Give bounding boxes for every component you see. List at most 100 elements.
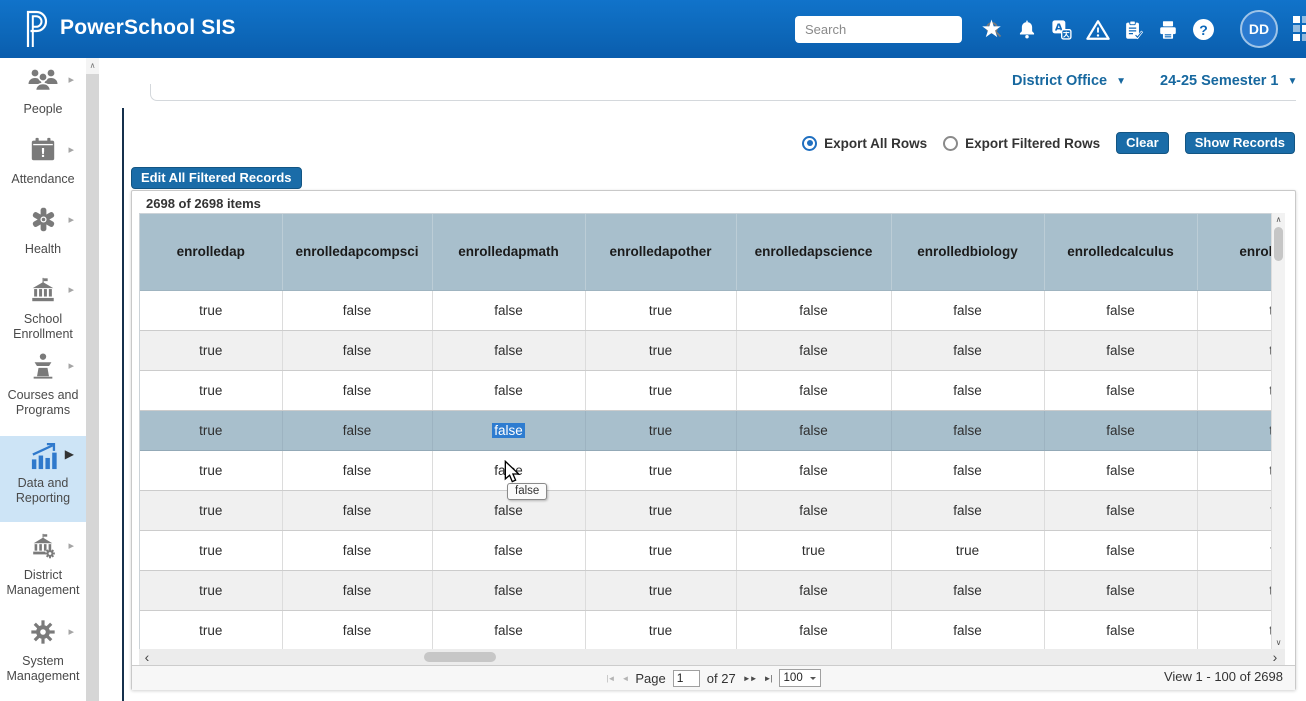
- table-cell[interactable]: false: [891, 370, 1044, 410]
- table-cell[interactable]: true: [585, 330, 736, 370]
- table-cell[interactable]: tru: [1197, 330, 1271, 370]
- sidebar-item-system-management[interactable]: ▸ System Management: [0, 614, 86, 684]
- column-header[interactable]: enrolledapother: [585, 214, 736, 290]
- sidebar-item-data-and-reporting[interactable]: ▶ Data and Reporting: [0, 436, 86, 522]
- table-cell[interactable]: false: [891, 330, 1044, 370]
- table-cell[interactable]: false: [1044, 450, 1197, 490]
- column-header[interactable]: enrolledche: [1197, 214, 1271, 290]
- table-cell[interactable]: false: [891, 610, 1044, 649]
- table-cell[interactable]: false: [432, 290, 585, 330]
- table-cell[interactable]: tru: [1197, 290, 1271, 330]
- clear-button[interactable]: Clear: [1116, 132, 1169, 154]
- table-cell[interactable]: false: [1044, 290, 1197, 330]
- sidebar-scrollbar[interactable]: ∧: [86, 58, 99, 701]
- print-icon[interactable]: [1154, 16, 1181, 43]
- table-cell[interactable]: false: [736, 410, 891, 450]
- table-cell[interactable]: false: [736, 330, 891, 370]
- table-cell[interactable]: tru: [1197, 610, 1271, 649]
- favorites-star-icon[interactable]: ★: [978, 16, 1005, 43]
- table-cell[interactable]: false: [891, 570, 1044, 610]
- scroll-left-icon[interactable]: ‹: [139, 650, 155, 664]
- table-cell[interactable]: false: [1044, 530, 1197, 570]
- sidebar-item-health[interactable]: ▸ Health: [0, 202, 86, 257]
- table-cell[interactable]: tru: [1197, 370, 1271, 410]
- scroll-right-icon[interactable]: ›: [1267, 650, 1283, 664]
- table-cell[interactable]: false: [736, 290, 891, 330]
- table-cell[interactable]: false: [891, 490, 1044, 530]
- scroll-up-icon[interactable]: ∧: [1272, 215, 1285, 224]
- table-cell[interactable]: false: [1044, 410, 1197, 450]
- alerts-warning-icon[interactable]: [1084, 16, 1111, 43]
- translate-language-icon[interactable]: A: [1048, 16, 1075, 43]
- sidebar-item-school-enrollment[interactable]: ▸ School Enrollment: [0, 272, 86, 342]
- radio-unselected-icon[interactable]: [943, 136, 958, 151]
- table-row[interactable]: truefalsefalsetruefalsefalsefalsefal: [140, 490, 1271, 530]
- table-cell[interactable]: false: [282, 410, 432, 450]
- table-row[interactable]: truefalsefalsetruefalsefalsefalsetru: [140, 410, 1271, 450]
- column-header[interactable]: enrolledapmath: [432, 214, 585, 290]
- table-cell[interactable]: true: [585, 610, 736, 649]
- pager-first-icon[interactable]: |◄: [606, 674, 614, 683]
- table-cell[interactable]: true: [585, 570, 736, 610]
- table-row[interactable]: truefalsefalsetruefalsefalsefalsetru: [140, 370, 1271, 410]
- table-cell[interactable]: false: [282, 290, 432, 330]
- show-records-button[interactable]: Show Records: [1185, 132, 1295, 154]
- sidebar-item-attendance[interactable]: ! ▸ Attendance: [0, 132, 86, 187]
- export-filtered-rows-radio[interactable]: Export Filtered Rows: [943, 136, 1100, 151]
- column-header[interactable]: enrolledbiology: [891, 214, 1044, 290]
- column-header[interactable]: enrolledapcompsci: [282, 214, 432, 290]
- column-header[interactable]: enrolledcalculus: [1044, 214, 1197, 290]
- table-cell[interactable]: false: [736, 370, 891, 410]
- table-cell[interactable]: false: [282, 570, 432, 610]
- table-cell[interactable]: false: [1044, 570, 1197, 610]
- table-cell[interactable]: true: [140, 450, 282, 490]
- table-cell[interactable]: false: [282, 370, 432, 410]
- table-cell[interactable]: false: [736, 570, 891, 610]
- table-cell[interactable]: false: [282, 530, 432, 570]
- table-cell[interactable]: false: [432, 370, 585, 410]
- table-cell[interactable]: false: [736, 450, 891, 490]
- column-header[interactable]: enrolledap: [140, 214, 282, 290]
- table-cell[interactable]: false: [1044, 490, 1197, 530]
- table-cell[interactable]: false: [1044, 370, 1197, 410]
- sidebar-item-district-management[interactable]: ▸ District Management: [0, 528, 86, 598]
- sidebar-item-courses-and-programs[interactable]: ▸ Courses and Programs: [0, 348, 86, 418]
- table-cell[interactable]: false: [1044, 610, 1197, 649]
- notifications-bell-icon[interactable]: [1013, 16, 1040, 43]
- horizontal-scroll-thumb[interactable]: [424, 652, 496, 662]
- pager-next-icon[interactable]: ►►: [743, 674, 757, 683]
- page-number-input[interactable]: [673, 670, 700, 687]
- table-cell[interactable]: false: [432, 410, 585, 450]
- scroll-up-icon[interactable]: ∧: [86, 58, 99, 74]
- table-cell[interactable]: true: [140, 330, 282, 370]
- table-row[interactable]: truefalsefalsetruefalsefalsefalsetru: [140, 570, 1271, 610]
- table-cell[interactable]: true: [585, 410, 736, 450]
- table-cell[interactable]: false: [891, 450, 1044, 490]
- apps-grid-icon[interactable]: [1293, 16, 1306, 47]
- table-cell[interactable]: false: [432, 610, 585, 649]
- table-cell[interactable]: true: [140, 290, 282, 330]
- edit-all-filtered-records-button[interactable]: Edit All Filtered Records: [131, 167, 302, 189]
- table-vertical-scrollbar[interactable]: ∧ ∨: [1271, 213, 1285, 649]
- table-cell[interactable]: false: [1044, 330, 1197, 370]
- table-row[interactable]: truefalsefalsetruetruetruefalsefal: [140, 530, 1271, 570]
- table-cell[interactable]: true: [736, 530, 891, 570]
- table-cell[interactable]: tru: [1197, 410, 1271, 450]
- column-header[interactable]: enrolledapscience: [736, 214, 891, 290]
- sidebar-item-people[interactable]: ▸ People: [0, 62, 86, 117]
- table-cell[interactable]: true: [140, 570, 282, 610]
- help-icon[interactable]: ?: [1190, 16, 1217, 43]
- radio-selected-icon[interactable]: [802, 136, 817, 151]
- table-cell[interactable]: true: [891, 530, 1044, 570]
- table-cell[interactable]: false: [432, 570, 585, 610]
- table-cell[interactable]: true: [585, 530, 736, 570]
- table-row[interactable]: truefalsefalsetruefalsefalsefalsetru: [140, 290, 1271, 330]
- table-cell[interactable]: false: [891, 410, 1044, 450]
- search-input[interactable]: [795, 22, 985, 37]
- table-row[interactable]: truefalsefalsetruefalsefalsefalsetru: [140, 450, 1271, 490]
- pager-prev-icon[interactable]: ◄: [621, 674, 628, 683]
- table-cell[interactable]: fal: [1197, 530, 1271, 570]
- table-cell[interactable]: true: [140, 610, 282, 649]
- table-cell[interactable]: true: [140, 370, 282, 410]
- tasks-clipboard-icon[interactable]: [1119, 16, 1146, 43]
